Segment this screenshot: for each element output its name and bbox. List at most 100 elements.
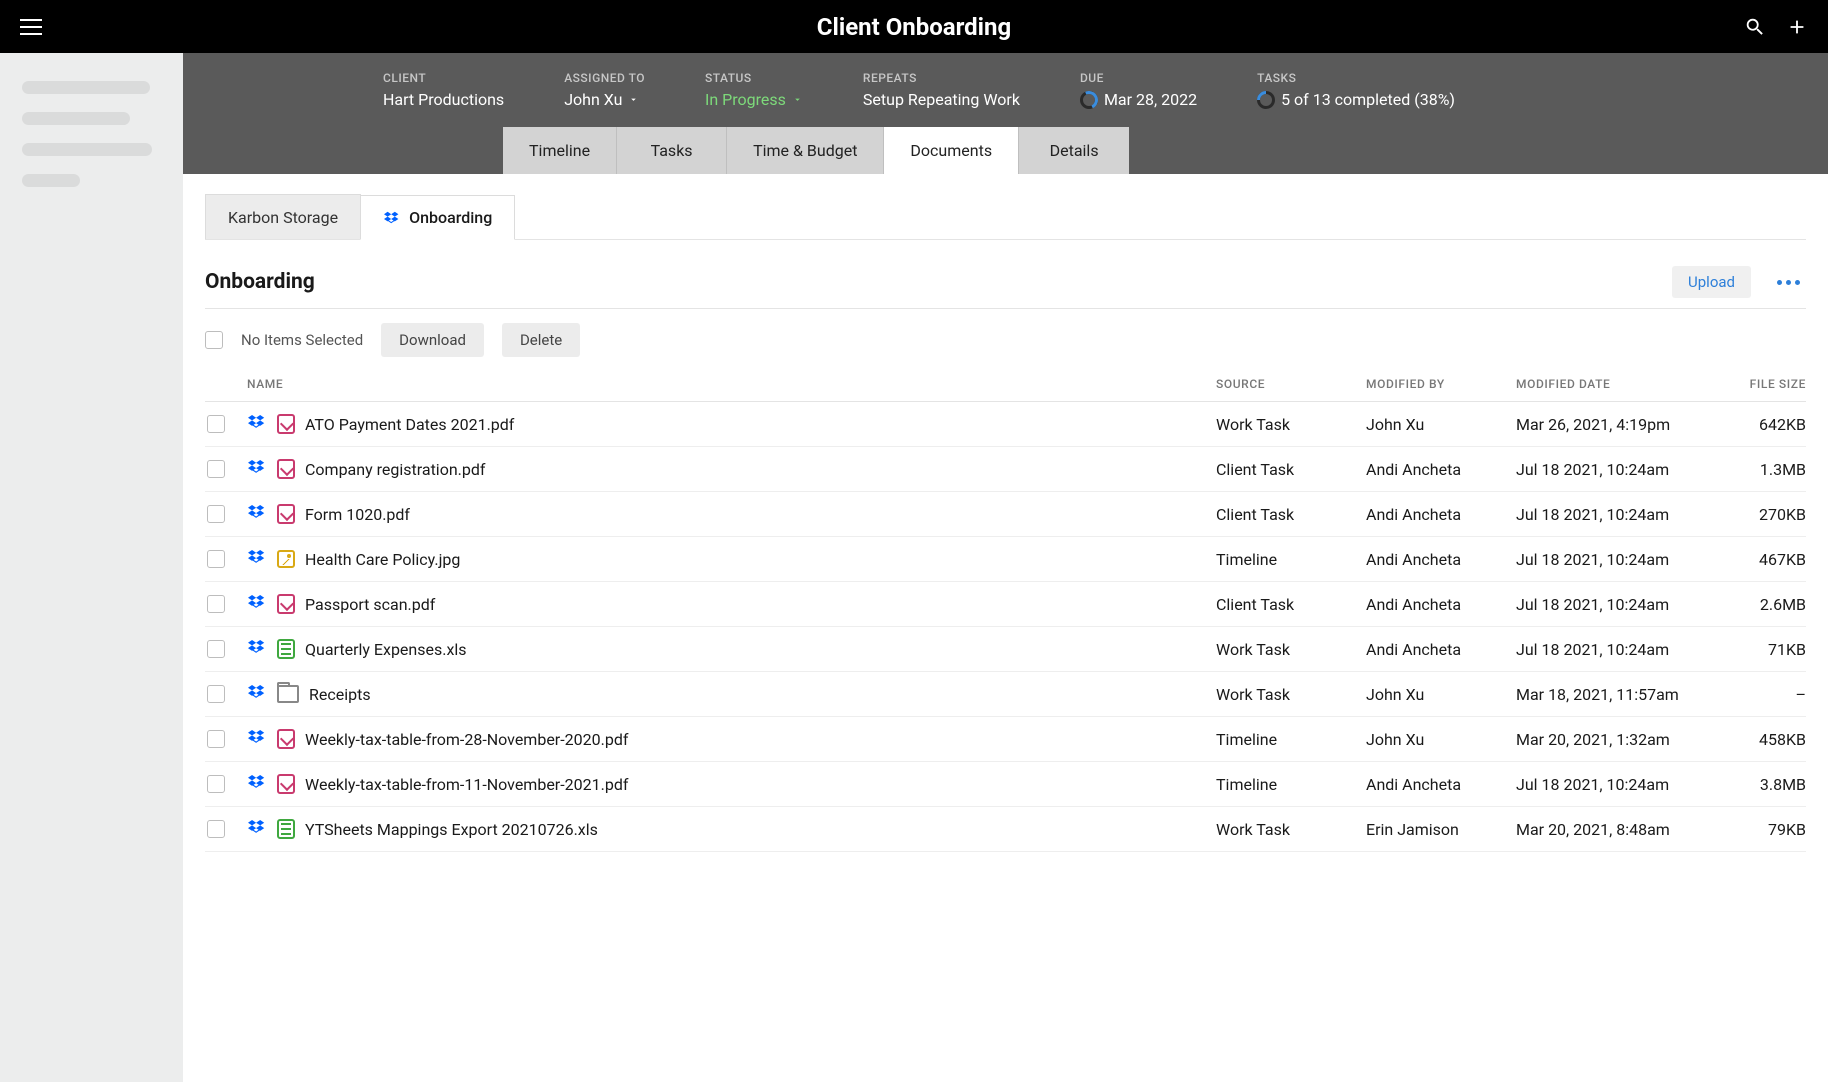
pdf-file-icon	[277, 504, 295, 524]
file-size: 270KB	[1726, 505, 1806, 524]
row-checkbox[interactable]	[207, 505, 225, 523]
client-value[interactable]: Hart Productions	[383, 90, 504, 109]
file-source: Work Task	[1216, 415, 1366, 434]
file-source: Work Task	[1216, 685, 1366, 704]
pdf-file-icon	[277, 729, 295, 749]
client-label: CLIENT	[383, 71, 504, 85]
file-modified-date: Mar 18, 2021, 11:57am	[1516, 685, 1726, 704]
file-size: 1.3MB	[1726, 460, 1806, 479]
sidebar-placeholder	[22, 143, 152, 156]
chevron-down-icon	[792, 94, 803, 105]
file-modified-by: John Xu	[1366, 685, 1516, 704]
pdf-file-icon	[277, 459, 295, 479]
file-size: 3.8MB	[1726, 775, 1806, 794]
table-row[interactable]: Passport scan.pdfClient TaskAndi Ancheta…	[205, 582, 1806, 627]
dropbox-icon	[383, 210, 401, 226]
upload-button[interactable]: Upload	[1672, 266, 1751, 298]
file-name: Passport scan.pdf	[305, 595, 435, 614]
file-modified-date: Jul 18 2021, 10:24am	[1516, 640, 1726, 659]
download-button[interactable]: Download	[381, 323, 484, 357]
file-source: Client Task	[1216, 460, 1366, 479]
table-row[interactable]: Health Care Policy.jpgTimelineAndi Anche…	[205, 537, 1806, 582]
file-modified-date: Mar 20, 2021, 8:48am	[1516, 820, 1726, 839]
tab-details[interactable]: Details	[1019, 127, 1129, 174]
dropbox-icon	[247, 593, 267, 615]
subtab-onboarding-label: Onboarding	[409, 208, 492, 227]
dropbox-icon	[247, 773, 267, 795]
file-modified-date: Jul 18 2021, 10:24am	[1516, 460, 1726, 479]
dropbox-icon	[247, 683, 267, 705]
assigned-text: John Xu	[564, 90, 622, 109]
row-checkbox[interactable]	[207, 685, 225, 703]
file-modified-by: Erin Jamison	[1366, 820, 1516, 839]
table-row[interactable]: Weekly-tax-table-from-28-November-2020.p…	[205, 717, 1806, 762]
due-block: DUE Mar 28, 2022	[1080, 71, 1197, 109]
assigned-value[interactable]: John Xu	[564, 90, 645, 109]
select-all-checkbox[interactable]	[205, 331, 223, 349]
file-name: Weekly-tax-table-from-28-November-2020.p…	[305, 730, 628, 749]
top-bar-actions	[1744, 16, 1808, 38]
row-checkbox[interactable]	[207, 595, 225, 613]
delete-button[interactable]: Delete	[502, 323, 580, 357]
sidebar	[0, 53, 183, 1082]
col-modified-by[interactable]: MODIFIED BY	[1366, 377, 1516, 391]
tasks-value[interactable]: 5 of 13 completed (38%)	[1257, 90, 1455, 109]
file-name: Company registration.pdf	[305, 460, 485, 479]
menu-icon[interactable]	[20, 19, 42, 35]
main-tabs: Timeline Tasks Time & Budget Documents D…	[183, 127, 1828, 174]
file-source: Timeline	[1216, 550, 1366, 569]
row-checkbox[interactable]	[207, 415, 225, 433]
row-checkbox[interactable]	[207, 460, 225, 478]
row-checkbox[interactable]	[207, 775, 225, 793]
due-value[interactable]: Mar 28, 2022	[1080, 90, 1197, 109]
table-row[interactable]: Weekly-tax-table-from-11-November-2021.p…	[205, 762, 1806, 807]
tab-tasks[interactable]: Tasks	[617, 127, 727, 174]
col-name[interactable]: NAME	[247, 377, 1216, 391]
col-file-size[interactable]: FILE SIZE	[1726, 377, 1806, 391]
dropbox-icon	[247, 413, 267, 435]
col-source[interactable]: SOURCE	[1216, 377, 1366, 391]
tab-time-budget[interactable]: Time & Budget	[727, 127, 884, 174]
table-row[interactable]: YTSheets Mappings Export 20210726.xlsWor…	[205, 807, 1806, 852]
row-checkbox[interactable]	[207, 730, 225, 748]
row-checkbox[interactable]	[207, 820, 225, 838]
table-row[interactable]: Form 1020.pdfClient TaskAndi AnchetaJul …	[205, 492, 1806, 537]
row-checkbox[interactable]	[207, 640, 225, 658]
top-bar: Client Onboarding	[0, 0, 1828, 53]
more-options-button[interactable]	[1771, 274, 1806, 291]
due-text: Mar 28, 2022	[1104, 90, 1197, 109]
tab-documents[interactable]: Documents	[884, 127, 1019, 174]
file-modified-by: Andi Ancheta	[1366, 460, 1516, 479]
file-modified-date: Mar 20, 2021, 1:32am	[1516, 730, 1726, 749]
file-name: Form 1020.pdf	[305, 505, 410, 524]
row-checkbox[interactable]	[207, 550, 225, 568]
sidebar-placeholder	[22, 112, 130, 125]
repeats-value[interactable]: Setup Repeating Work	[863, 90, 1020, 109]
col-modified-date[interactable]: MODIFIED DATE	[1516, 377, 1726, 391]
section-title: Onboarding	[205, 270, 315, 294]
file-modified-by: Andi Ancheta	[1366, 640, 1516, 659]
client-block: CLIENT Hart Productions	[383, 71, 504, 109]
file-name: Quarterly Expenses.xls	[305, 640, 467, 659]
add-icon[interactable]	[1786, 16, 1808, 38]
tab-timeline[interactable]: Timeline	[503, 127, 617, 174]
dropbox-icon	[247, 638, 267, 660]
table-row[interactable]: Quarterly Expenses.xls Work TaskAndi Anch…	[205, 627, 1806, 672]
search-icon[interactable]	[1744, 16, 1766, 38]
file-size: 467KB	[1726, 550, 1806, 569]
table-row[interactable]: ReceiptsWork TaskJohn XuMar 18, 2021, 11…	[205, 672, 1806, 717]
dropbox-icon	[247, 458, 267, 480]
file-modified-by: John Xu	[1366, 415, 1516, 434]
table-row[interactable]: Company registration.pdf Client TaskAndi …	[205, 447, 1806, 492]
file-name: ATO Payment Dates 2021.pdf	[305, 415, 514, 434]
status-value[interactable]: In Progress	[705, 90, 803, 109]
file-source: Work Task	[1216, 640, 1366, 659]
file-modified-date: Mar 26, 2021, 4:19pm	[1516, 415, 1726, 434]
file-source: Client Task	[1216, 595, 1366, 614]
status-block: STATUS In Progress	[705, 71, 803, 109]
subtab-onboarding[interactable]: Onboarding	[360, 195, 515, 240]
subtab-karbon-storage[interactable]: Karbon Storage	[205, 194, 361, 239]
spreadsheet-file-icon	[277, 819, 295, 839]
status-label: STATUS	[705, 71, 803, 85]
table-row[interactable]: ATO Payment Dates 2021.pdf Work TaskJohn …	[205, 402, 1806, 447]
